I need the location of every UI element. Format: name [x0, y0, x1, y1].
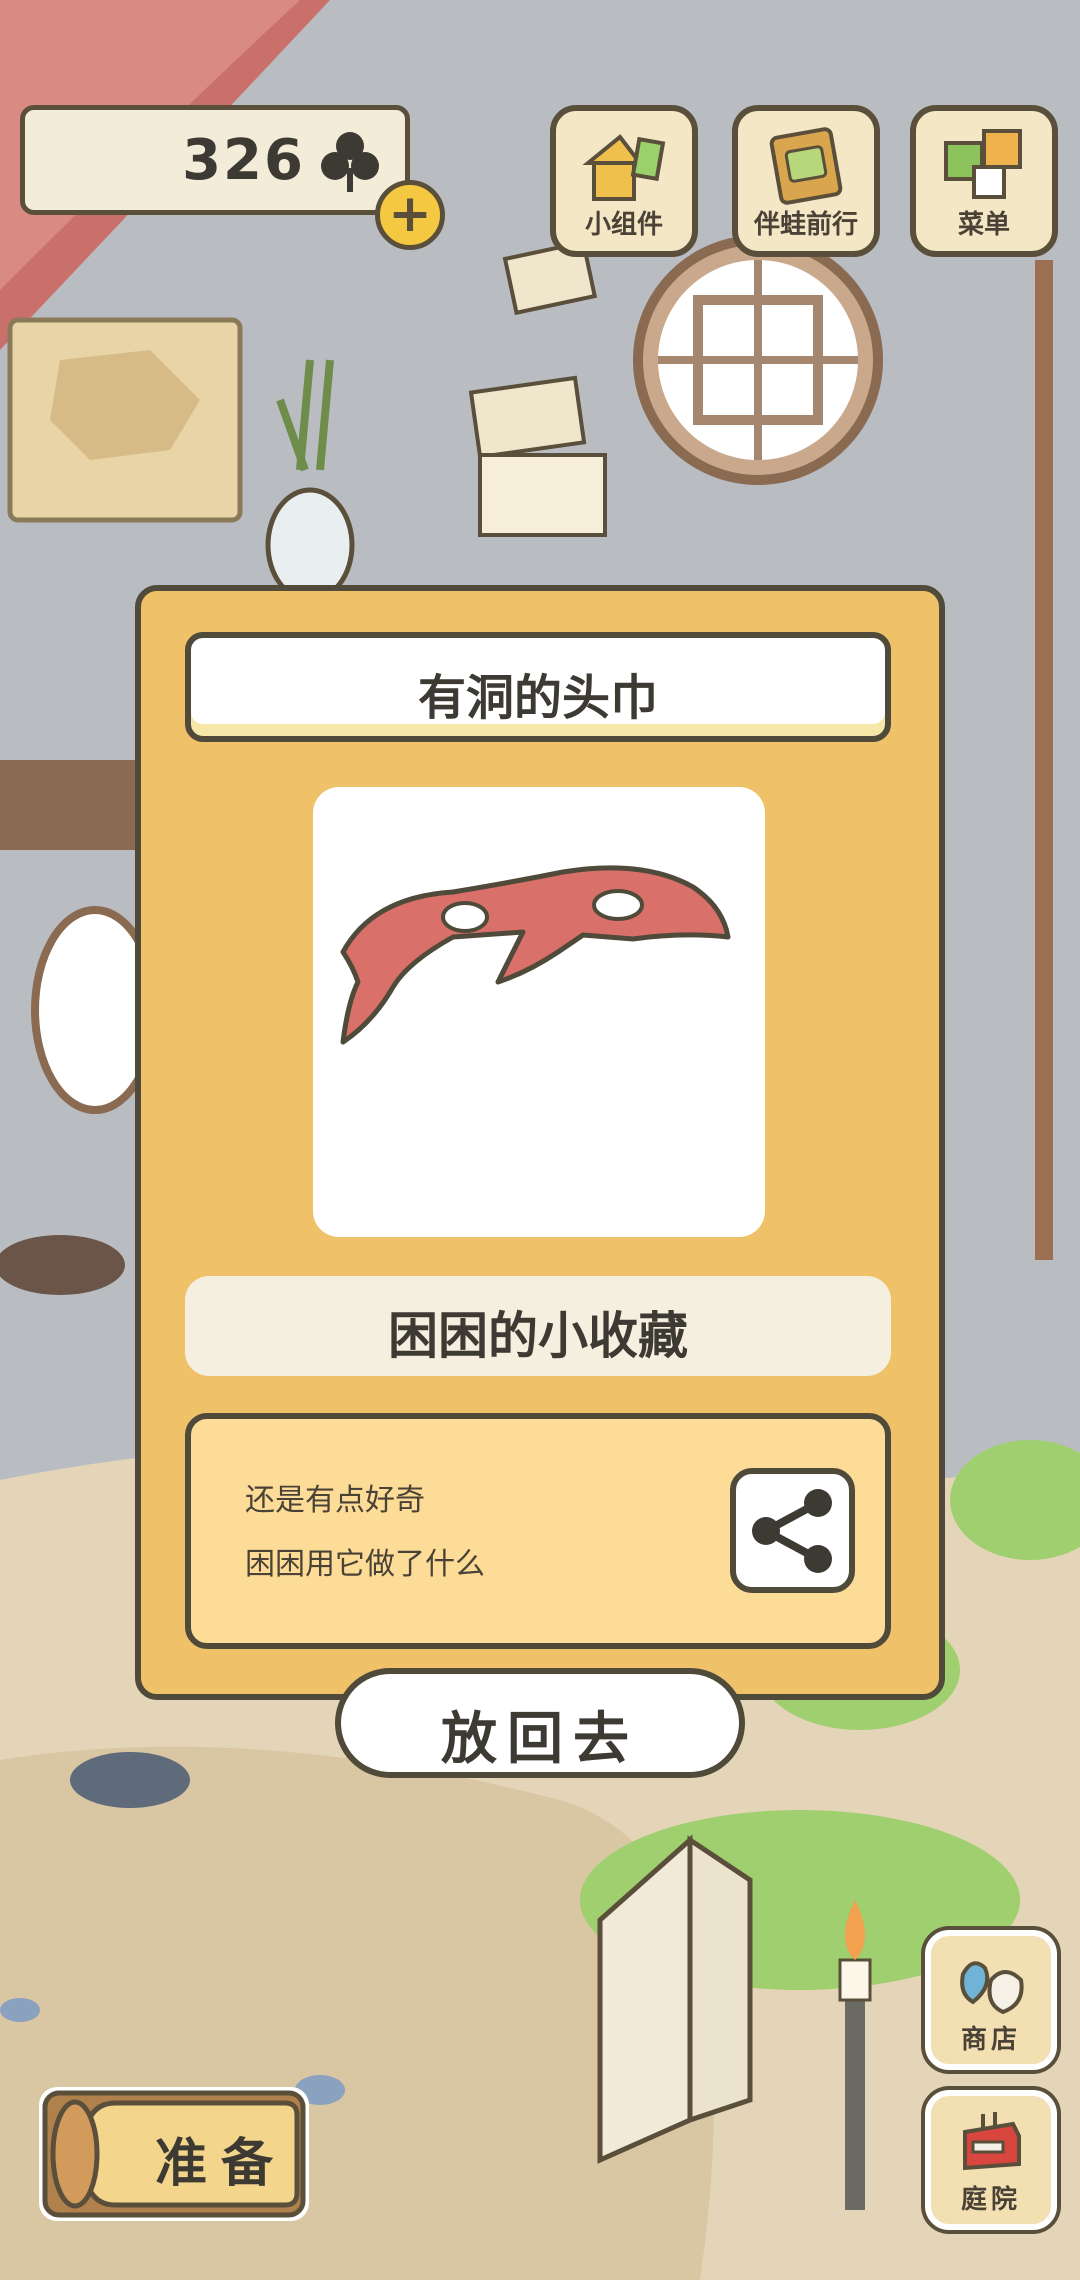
put-back-button[interactable]: 放回去: [335, 1668, 745, 1778]
widget-icon: [582, 134, 666, 201]
collection-label-box: 困困的小收藏: [185, 1276, 891, 1376]
collection-label: 困困的小收藏: [388, 1307, 688, 1365]
prepare-button[interactable]: 准备: [35, 2083, 313, 2225]
share-button[interactable]: [730, 1468, 855, 1593]
frog-journey-label: 伴蛙前行: [753, 210, 858, 240]
clover-amount: 326: [182, 128, 305, 193]
frog-journey-button[interactable]: 伴蛙前行: [732, 105, 880, 257]
widget-label: 小组件: [584, 210, 663, 240]
menu-label: 菜单: [957, 210, 1010, 240]
shop-button[interactable]: 商店: [925, 1930, 1057, 2070]
clover-icon: [321, 132, 379, 192]
clover-counter: 326: [20, 105, 410, 215]
add-clover-button[interactable]: +: [375, 180, 445, 250]
mailbox-icon: [963, 2112, 1021, 2171]
description-line-1: 还是有点好奇: [245, 1483, 425, 1518]
item-title-box: 有洞的头巾: [185, 632, 891, 742]
menu-icon: [944, 129, 1022, 199]
prepare-label: 准备: [155, 2134, 288, 2194]
shop-bag-icon: [960, 1961, 1024, 2015]
menu-button[interactable]: 菜单: [910, 105, 1058, 257]
yard-label: 庭院: [960, 2185, 1021, 2215]
shop-label: 商店: [960, 2025, 1021, 2055]
book-icon: [769, 127, 843, 205]
share-icon: [752, 1489, 832, 1573]
bandana-with-holes-image: [340, 865, 731, 1045]
item-image-box: [313, 787, 765, 1237]
item-title: 有洞的头巾: [417, 670, 658, 726]
description-line-2: 困困用它做了什么: [245, 1547, 485, 1582]
put-back-label: 放回去: [441, 1707, 639, 1772]
yard-button[interactable]: 庭院: [925, 2090, 1057, 2230]
widget-button[interactable]: 小组件: [550, 105, 698, 257]
